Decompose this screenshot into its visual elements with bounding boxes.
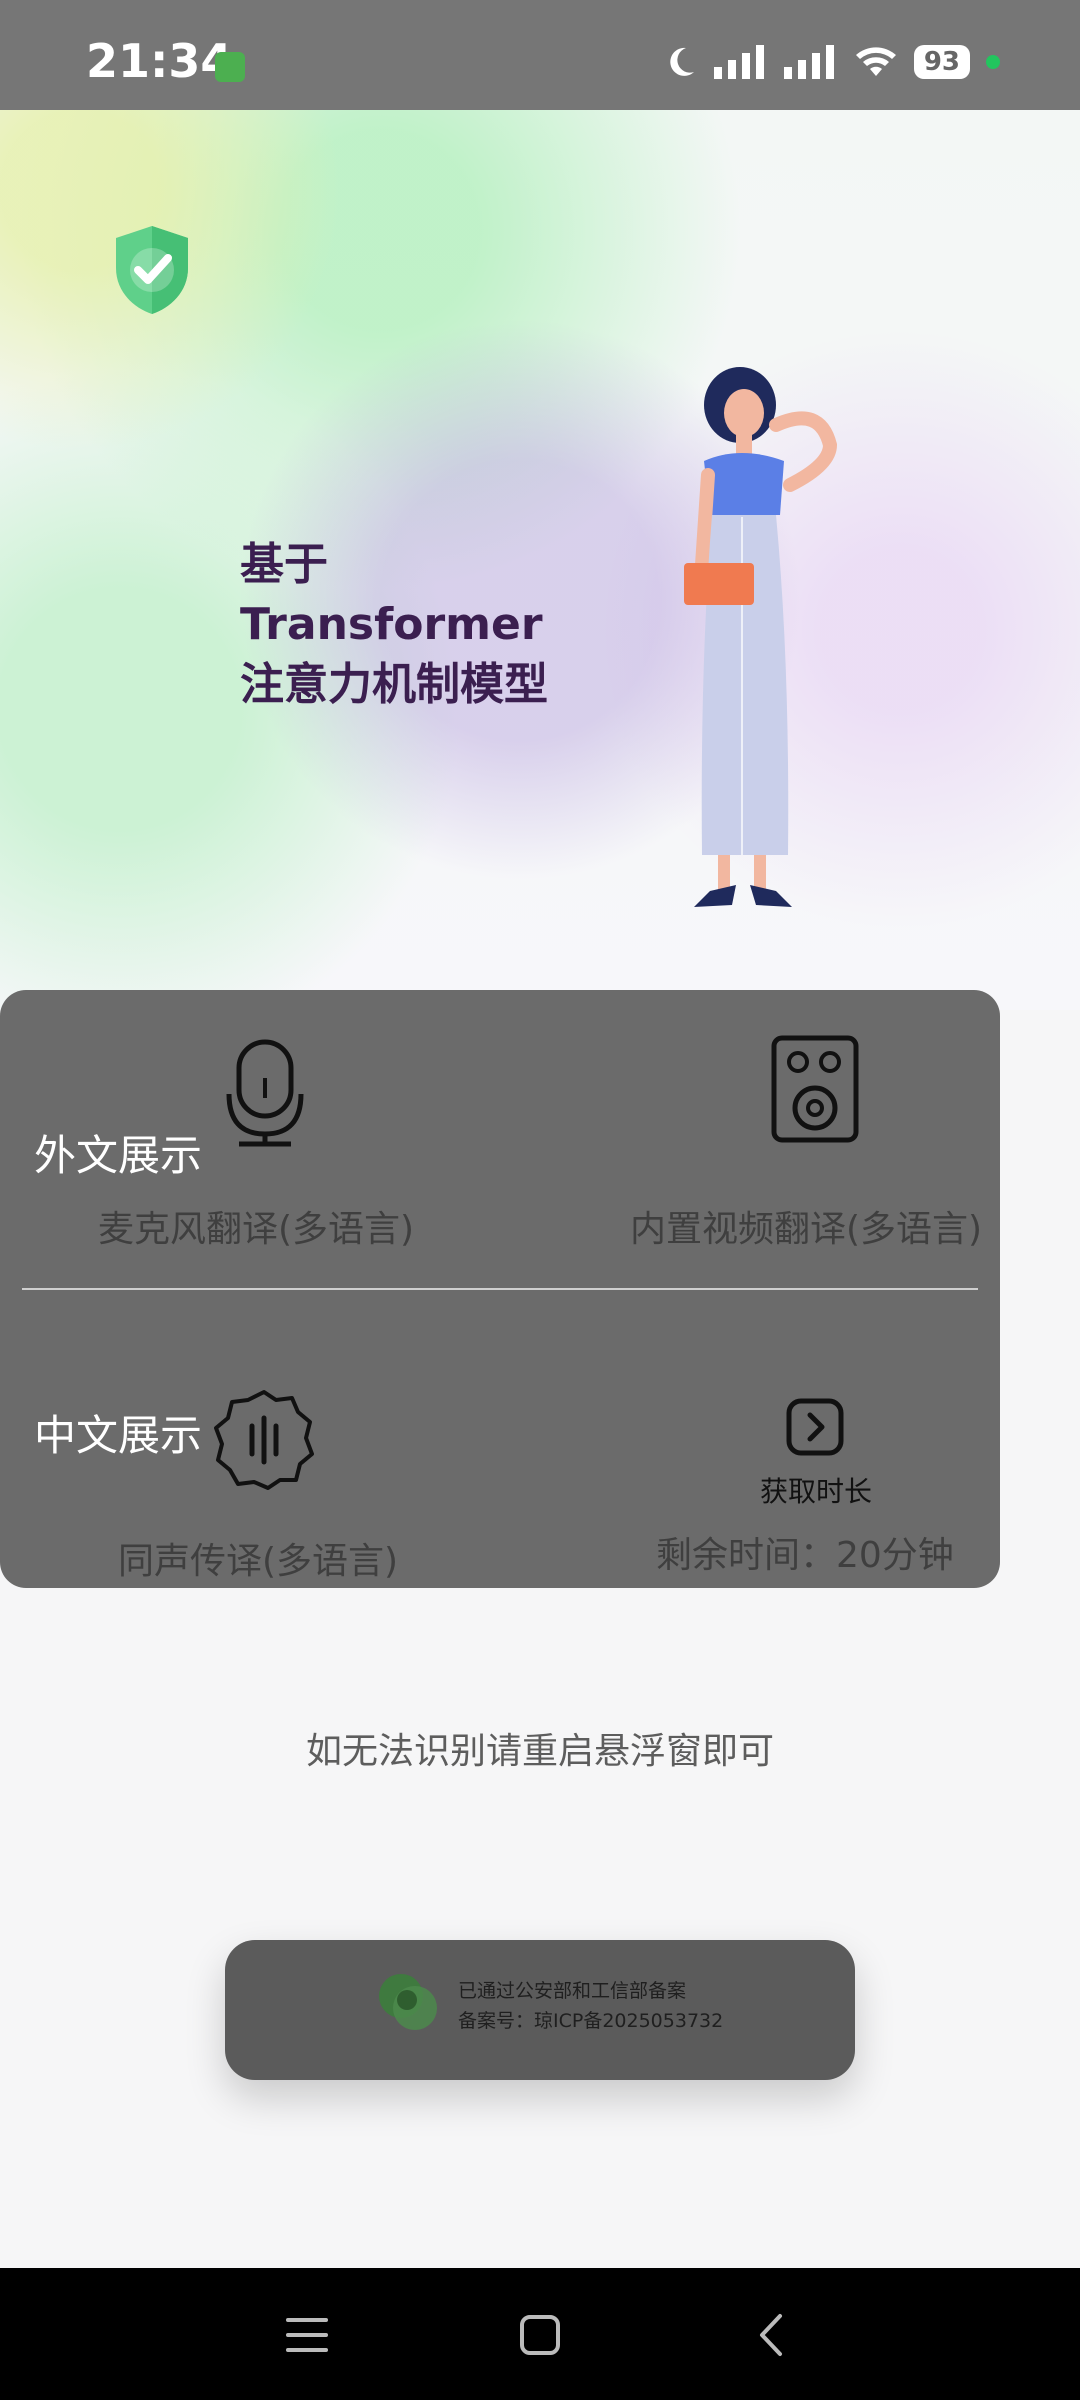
status-bar: 21:34 93	[0, 0, 1080, 110]
restart-hint: 如无法识别请重启悬浮窗即可	[305, 1731, 774, 1772]
signal-icon	[713, 45, 764, 79]
signal-icon	[783, 45, 834, 79]
headline-line3: 注意力机制模型	[240, 659, 548, 710]
home-icon[interactable]	[515, 2310, 565, 2360]
registration-badge: 已通过公安部和工信部备案 备案号：琼ICP备2025053732	[225, 1940, 855, 2080]
chinese-display-toggle[interactable]: 中文展示	[34, 1402, 202, 1463]
headline: 基于 Transformer 注意力机制模型	[240, 535, 548, 715]
video-translate-button[interactable]: 内置视频翻译(多语言)	[630, 1200, 1000, 1252]
headline-line1: 基于	[240, 539, 328, 590]
chevron-right-icon[interactable]	[786, 1398, 844, 1456]
microphone-icon[interactable]	[225, 1038, 305, 1148]
registration-line2: 备案号：琼ICP备2025053732	[458, 2010, 724, 2032]
police-emblem-icon	[379, 1974, 437, 2030]
get-time-button[interactable]: 获取时长	[760, 1470, 872, 1510]
woman-illustration	[684, 367, 838, 907]
panel-divider	[22, 1288, 978, 1290]
wifi-icon	[855, 47, 896, 76]
status-time: 21:34	[86, 34, 233, 88]
menu-icon[interactable]	[282, 2310, 332, 2360]
registration-line1: 已通过公安部和工信部备案	[458, 1980, 687, 2002]
hero-banner: 基于 Transformer 注意力机制模型	[0, 110, 1080, 1010]
app-notification-icon	[215, 52, 245, 82]
remaining-time: 剩余时间：20分钟	[656, 1535, 954, 1576]
voice-wave-icon[interactable]	[212, 1388, 316, 1492]
simultaneous-translate-button[interactable]: 同声传译(多语言)	[118, 1532, 398, 1584]
function-panel: 外文展示 麦克风翻译(多语言) 内置视频翻译(多语言) 中文展示 同声传译(多语…	[0, 990, 1000, 1588]
battery-icon: 93	[913, 45, 970, 79]
moon-icon	[670, 47, 694, 76]
shield-check-icon	[116, 226, 188, 314]
headline-line2: Transformer	[240, 599, 543, 650]
foreign-display-toggle[interactable]: 外文展示	[34, 1122, 202, 1183]
speaker-icon[interactable]	[770, 1034, 860, 1144]
navigation-bar	[0, 2268, 1080, 2400]
privacy-indicator-dot	[986, 55, 1000, 69]
back-icon[interactable]	[748, 2310, 798, 2360]
mic-translate-button[interactable]: 麦克风翻译(多语言)	[98, 1200, 414, 1252]
